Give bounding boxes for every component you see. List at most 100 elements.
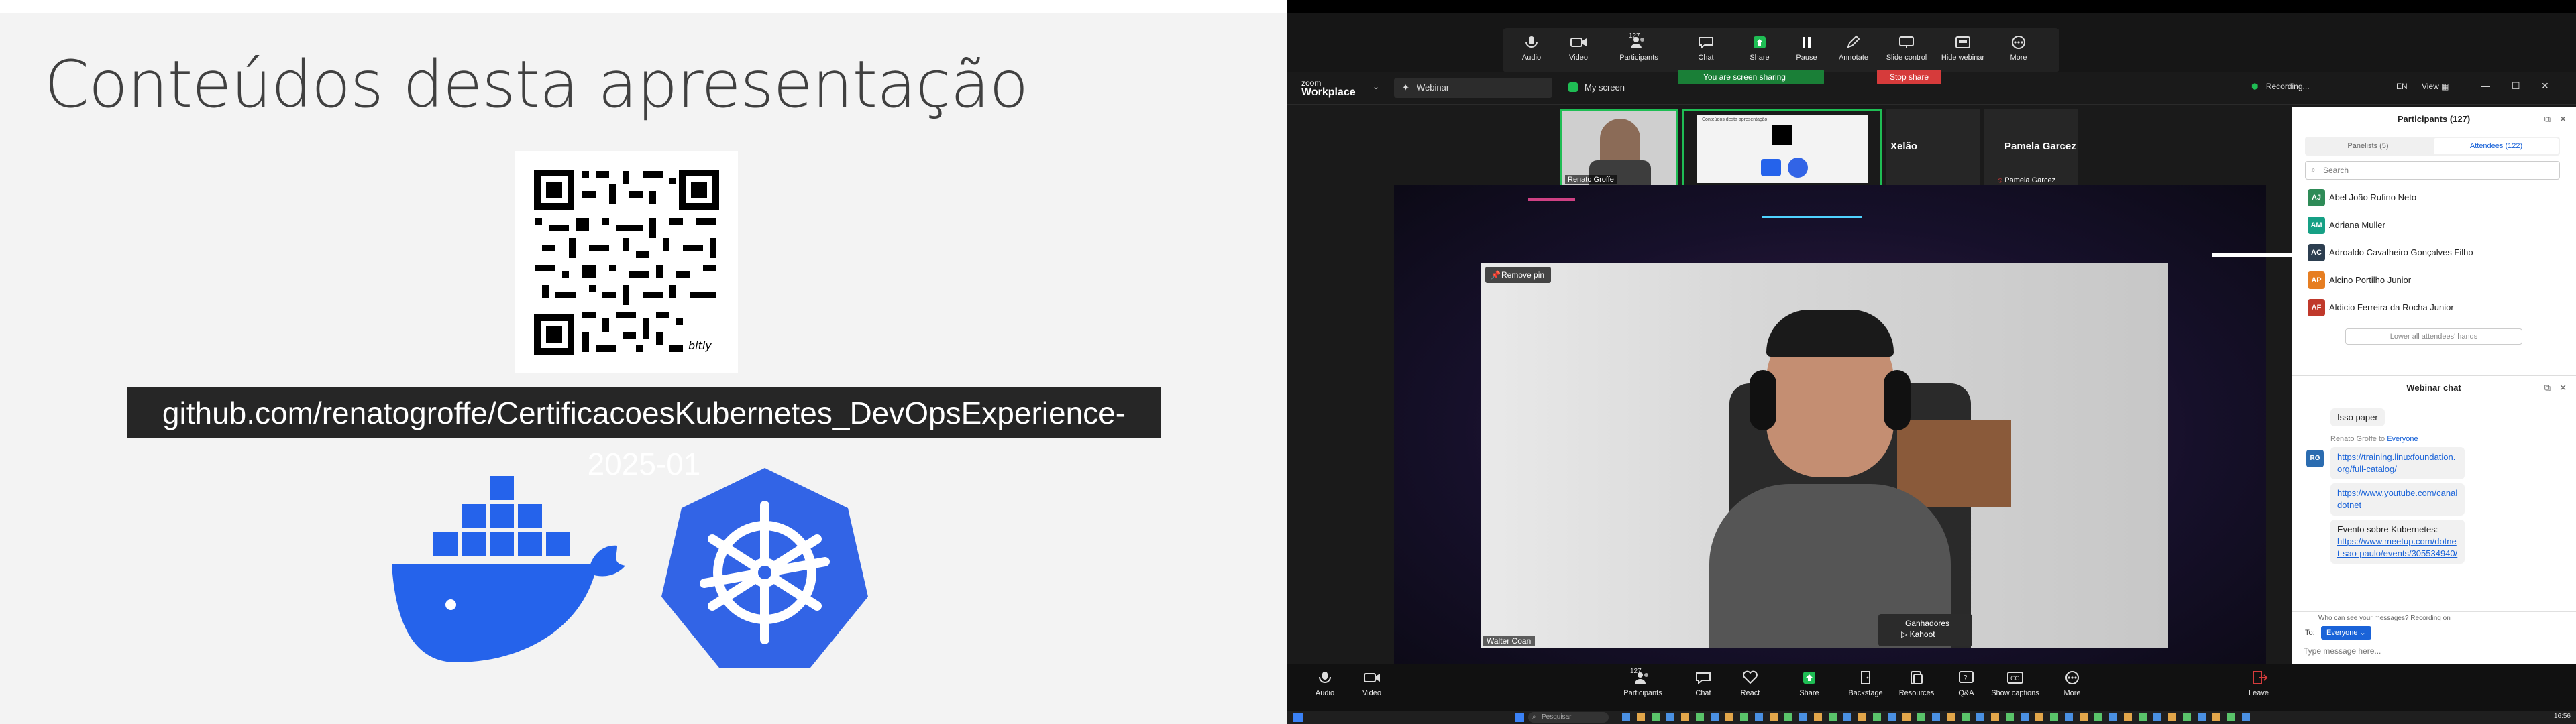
resources-button[interactable]: Resources xyxy=(1893,670,1940,697)
floating-share-toolbar: Audio Video Participants 127 Chat Share … xyxy=(1287,13,2576,72)
more-button[interactable]: More xyxy=(2049,670,2096,697)
shield-icon: ⬢ xyxy=(2251,82,2259,91)
pause-share-button[interactable]: Pause xyxy=(1783,35,1830,62)
webinar-pill[interactable]: ✦ Webinar xyxy=(1394,78,1552,98)
tab-panelists[interactable]: Panelists (5) xyxy=(2306,138,2430,154)
close-icon[interactable]: ✕ xyxy=(2559,376,2567,400)
thumbnail-renato[interactable]: Renato Groffe xyxy=(1560,109,1678,188)
resources-icon xyxy=(1911,671,1923,684)
taskbar-search[interactable]: ⌕ Pesquisar xyxy=(1528,712,1609,723)
decor-line xyxy=(1762,216,1862,218)
slide-control-button[interactable]: Slide control xyxy=(1880,35,1933,62)
chat-icon xyxy=(1696,672,1711,685)
view-button[interactable]: View ▦ xyxy=(2422,82,2449,91)
thumbnail-name: Pamela Garcez xyxy=(2004,141,2076,152)
pinned-video[interactable]: 📌 Remove pin Walter Coan xyxy=(1481,263,2168,648)
slide-top-margin xyxy=(0,0,1287,13)
list-item[interactable]: AJ Abel João Rufino Neto xyxy=(2292,184,2576,211)
more-icon xyxy=(2012,36,2025,49)
react-button[interactable]: React xyxy=(1727,670,1774,697)
more-button[interactable]: More xyxy=(1995,35,2042,62)
search-input[interactable] xyxy=(2323,164,2551,176)
microphone-icon xyxy=(1319,672,1331,683)
camera-icon xyxy=(1570,38,1587,47)
chat-link[interactable]: https://training.linuxfoundation.org/ful… xyxy=(2337,452,2455,474)
more-icon xyxy=(2065,671,2079,684)
search-icon: ⌕ xyxy=(1532,713,1536,721)
chat-message: Isso paper xyxy=(2330,408,2385,426)
participant-thumbnails: Renato Groffe Conteúdos desta apresentaç… xyxy=(1560,109,2078,188)
show-captions-button[interactable]: CC Show captions xyxy=(1983,670,2047,697)
recording-label: Recording... xyxy=(2265,82,2310,91)
tab-attendees[interactable]: Attendees (122) xyxy=(2434,138,2559,154)
chat-button[interactable]: Chat xyxy=(1680,670,1727,697)
close-icon[interactable]: ✕ xyxy=(2559,107,2567,131)
lower-hands-button[interactable]: Lower all attendees' hands xyxy=(2345,328,2522,345)
popout-icon[interactable]: ⧉ xyxy=(2544,107,2551,131)
leave-button[interactable]: Leave xyxy=(2235,670,2282,697)
thumbnail-shared-screen[interactable]: Conteúdos desta apresentação xyxy=(1682,109,1882,188)
preview-qr xyxy=(1772,125,1792,145)
chat-message-input[interactable] xyxy=(2304,644,2559,658)
stop-share-button[interactable]: Stop share xyxy=(1877,70,1941,84)
thumbnail-name: Xelão xyxy=(1890,141,1918,152)
shelf-image xyxy=(1897,420,2011,507)
chat-recipient-select[interactable]: Everyone ⌄ xyxy=(2321,626,2371,640)
preview-kubernetes xyxy=(1788,158,1808,178)
video-name-tag: Walter Coan xyxy=(1483,636,1536,646)
list-item[interactable]: AC Adroaldo Cavalheiro Gonçalves Filho xyxy=(2292,239,2576,266)
hide-webinar-button[interactable]: Hide webinar xyxy=(1935,35,1991,62)
video-button[interactable]: Video xyxy=(1555,35,1602,62)
minimize-icon[interactable]: — xyxy=(2481,80,2490,91)
backstage-button[interactable]: Backstage xyxy=(1842,670,1889,697)
participants-count: 127 xyxy=(1629,32,1640,40)
chat-link[interactable]: https://www.meetup.com/dotnet-sao-paulo/… xyxy=(2337,536,2457,558)
list-item[interactable]: AM Adriana Muller xyxy=(2292,211,2576,239)
microphone-icon xyxy=(1525,36,1538,48)
hide-window-icon xyxy=(1955,36,1970,48)
chevron-down-icon[interactable]: ⌄ xyxy=(1373,82,1379,91)
list-item[interactable]: AF Aldicio Ferreira da Rocha Junior xyxy=(2292,294,2576,321)
qr-code: bitly xyxy=(515,151,738,373)
list-item[interactable]: AP Alcino Portilho Junior xyxy=(2292,266,2576,294)
participant-tabs: Panelists (5) Attendees (122) xyxy=(2305,137,2560,156)
search-field[interactable]: ⌕ xyxy=(2305,161,2560,180)
heart-icon xyxy=(1743,670,1758,684)
annotate-button[interactable]: Annotate xyxy=(1830,35,1877,62)
video-button[interactable]: Video xyxy=(1348,670,1395,697)
side-panel: Participants (127) ⧉ ✕ Panelists (5) Att… xyxy=(2292,107,2576,664)
remove-pin-button[interactable]: 📌 Remove pin xyxy=(1485,267,1552,283)
pause-icon xyxy=(1803,37,1811,48)
share-button[interactable]: Share xyxy=(1786,670,1833,697)
zoom-webinar-window: Audio Video Participants 127 Chat Share … xyxy=(1287,13,2576,712)
close-icon[interactable]: ✕ xyxy=(2541,80,2549,92)
my-screen-pill[interactable]: My screen xyxy=(1562,78,1676,98)
pin-icon: 📌 xyxy=(1491,270,1501,280)
audio-button[interactable]: Audio xyxy=(1301,670,1348,697)
participant-list: AJ Abel João Rufino Neto AM Adriana Muller… xyxy=(2292,184,2576,321)
chat-button[interactable]: Chat xyxy=(1682,35,1729,62)
chat-visibility-note[interactable]: Who can see your messages? Recording on xyxy=(2292,611,2576,625)
chat-message: Evento sobre Kubernetes: https://www.mee… xyxy=(2330,520,2465,564)
audio-button[interactable]: Audio xyxy=(1508,35,1555,62)
avatar: AP xyxy=(2308,272,2325,289)
chat-to-label: To: xyxy=(2305,629,2315,637)
thumbnail-pamela[interactable]: Pamela Garcez ⦸ Pamela Garcez xyxy=(1984,109,2078,188)
chat-link[interactable]: https://www.youtube.com/canaldotnet xyxy=(2337,488,2457,510)
thumbnail-xelao[interactable]: Xelão xyxy=(1886,109,1980,188)
share-button[interactable]: Share xyxy=(1736,35,1783,62)
participants-button[interactable]: Participants xyxy=(1613,670,1673,697)
presentation-slide: Conteúdos desta apresentação bitly githu… xyxy=(0,0,1287,724)
start-icon[interactable] xyxy=(1293,713,1303,722)
shared-screen-preview: Conteúdos desta apresentação xyxy=(1697,115,1868,183)
recording-indicator[interactable]: ⬢ Recording... xyxy=(2251,82,2310,91)
popout-icon[interactable]: ⧉ xyxy=(2544,376,2551,400)
maximize-icon[interactable]: ☐ xyxy=(2512,80,2520,92)
repo-url-banner: github.com/renatogroffe/CertificacoesKub… xyxy=(127,387,1161,481)
svg-text:?: ? xyxy=(1964,674,1968,682)
language-button[interactable]: EN xyxy=(2396,82,2408,91)
tooltip-popup: Ganhadores ▷ Kahoot xyxy=(1878,614,1972,646)
mic-muted-icon: ⦸ xyxy=(1998,176,2003,184)
taskbar-app-icons[interactable] xyxy=(1622,713,2253,721)
windows-icon[interactable] xyxy=(1515,713,1524,722)
